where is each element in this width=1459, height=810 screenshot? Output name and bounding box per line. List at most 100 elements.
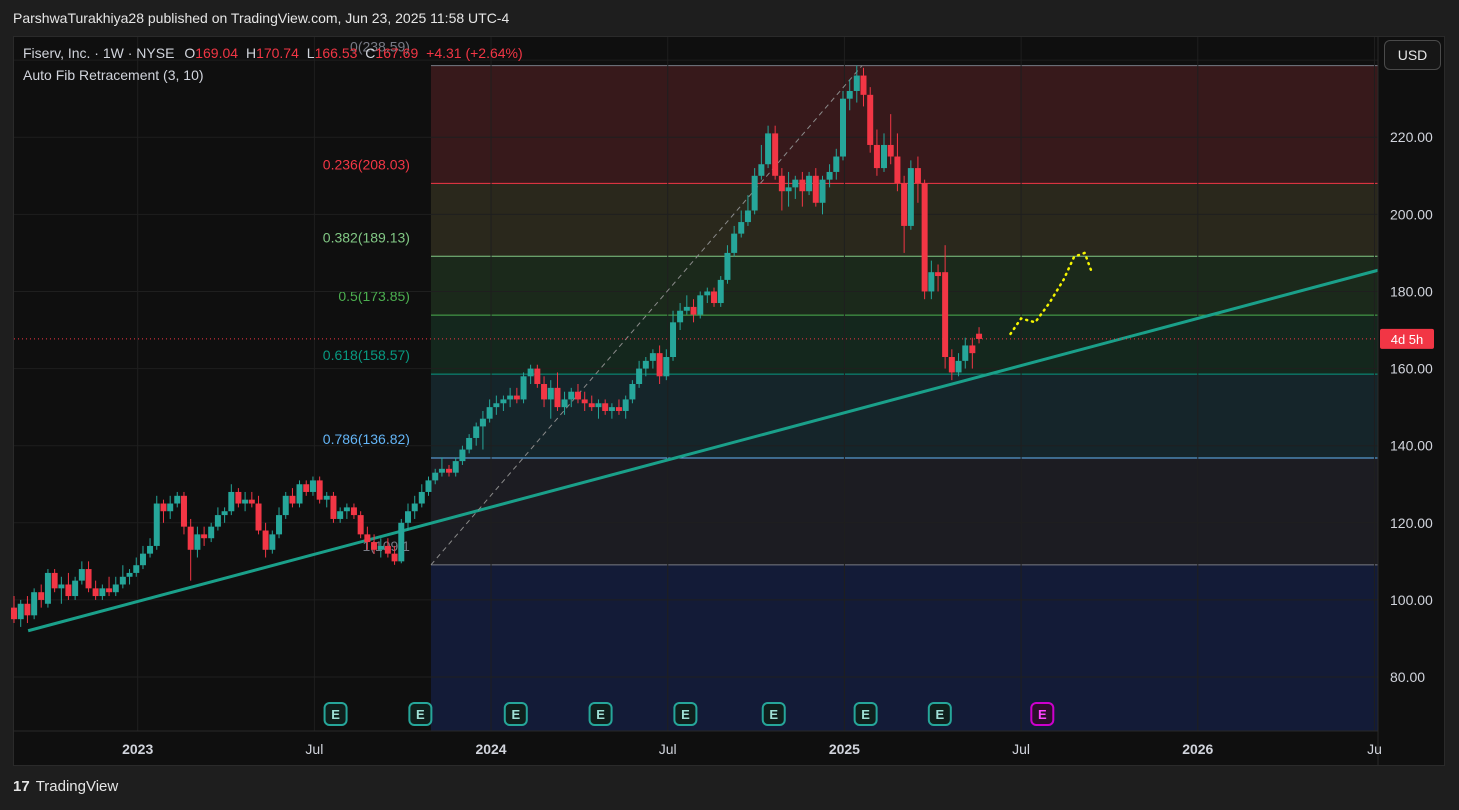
candle-body — [316, 480, 323, 500]
fib-level-label: 0.236(208.03) — [323, 156, 410, 172]
candle-body — [500, 399, 507, 404]
candle-body — [853, 75, 860, 91]
earnings-icon-label: E — [511, 707, 520, 722]
candle-body — [622, 399, 629, 411]
candle-body — [85, 569, 92, 589]
candle-body — [704, 291, 711, 296]
candle-body — [459, 449, 466, 462]
fib-level-label: 0.5(173.85) — [338, 288, 410, 304]
y-tick-label: 120.00 — [1390, 515, 1433, 531]
candle-body — [194, 534, 201, 550]
candle-body — [242, 499, 249, 504]
candle-body — [751, 175, 758, 211]
candle-body — [364, 534, 371, 543]
candle-body — [24, 603, 31, 616]
candle-body — [31, 592, 38, 616]
candle-body — [615, 407, 622, 411]
candle-body — [574, 391, 581, 400]
x-tick-label: 2024 — [475, 741, 506, 757]
candle-body — [282, 495, 289, 516]
candle-body — [160, 503, 167, 512]
candle-body — [690, 306, 697, 315]
candle-body — [513, 395, 520, 400]
candle-body — [51, 572, 58, 589]
candle-body — [955, 360, 962, 373]
x-tick-label: Jul — [659, 741, 677, 757]
chart-canvas[interactable]: 0(238.59)0.236(208.03)0.382(189.13)0.5(1… — [0, 0, 1459, 810]
candle-body — [343, 507, 350, 512]
candle-body — [432, 472, 439, 481]
candle-body — [330, 495, 337, 519]
candle-body — [806, 175, 813, 192]
candle-body — [894, 156, 901, 184]
candle-body — [371, 542, 378, 550]
candle-body — [636, 368, 643, 384]
fib-level-label: 0.786(136.82) — [323, 431, 410, 447]
candle-body — [452, 461, 459, 473]
candle-body — [677, 310, 684, 323]
earnings-icon-label: E — [681, 707, 690, 722]
fib-zone — [430, 256, 1378, 316]
candle-body — [72, 580, 79, 597]
candle-body — [717, 279, 724, 304]
candle-body — [711, 291, 718, 304]
candle-body — [112, 584, 119, 593]
footer: 17 TradingView — [13, 778, 118, 795]
earnings-icon-label: E — [769, 707, 778, 722]
y-tick-label: 140.00 — [1390, 438, 1433, 454]
candle-body — [445, 468, 452, 473]
candle-body — [303, 484, 310, 492]
candle-body — [357, 515, 364, 535]
candle-body — [65, 584, 72, 597]
indicator-legend[interactable]: Auto Fib Retracement (3, 10) — [23, 67, 204, 83]
fib-zone — [430, 315, 1378, 375]
fib-level-label: 0.382(189.13) — [323, 229, 410, 245]
candle-body — [846, 90, 853, 99]
candle-body — [201, 534, 208, 539]
candle-body — [276, 515, 283, 535]
candle-body — [106, 588, 113, 593]
candle-body — [296, 484, 303, 504]
candle-body — [867, 94, 874, 145]
currency-button[interactable]: USD — [1384, 40, 1441, 70]
candle-body — [840, 98, 847, 157]
symbol-label[interactable]: Fiserv, Inc. · 1W · NYSE — [23, 45, 174, 61]
candle-body — [350, 507, 357, 516]
candle-body — [588, 403, 595, 408]
candle-body — [323, 495, 330, 500]
x-tick-label: Ju — [1367, 741, 1382, 757]
candle-body — [581, 399, 588, 404]
candle-body — [119, 576, 126, 585]
ohlc-legend: Fiserv, Inc. · 1W · NYSE O169.04 H170.74… — [23, 45, 523, 61]
brand-label: TradingView — [35, 778, 119, 795]
candle-body — [187, 526, 194, 550]
candle-body — [595, 403, 602, 408]
candle-body — [405, 511, 412, 523]
candle-body — [561, 399, 568, 408]
candle-body — [38, 592, 45, 600]
candle-body — [554, 387, 561, 408]
y-tick-label: 160.00 — [1390, 361, 1433, 377]
x-tick-label: Jul — [305, 741, 323, 757]
candle-body — [92, 588, 99, 597]
candle-body — [139, 553, 146, 566]
fib-level-label: 0.618(158.57) — [323, 347, 410, 363]
candle-body — [391, 553, 398, 562]
candle-body — [180, 495, 187, 527]
open-label: O — [184, 45, 196, 61]
y-tick-label: 100.00 — [1390, 592, 1433, 608]
candle-body — [928, 272, 935, 292]
candle-body — [520, 376, 527, 400]
candle-body — [262, 530, 269, 550]
candle-body — [438, 468, 445, 473]
candle-body — [649, 353, 656, 361]
candle-body — [942, 272, 949, 358]
candle-body — [466, 437, 473, 450]
open-value: 169.04 — [195, 45, 239, 61]
candle-body — [629, 384, 636, 400]
candle-body — [337, 511, 344, 519]
x-tick-label: 2023 — [122, 741, 153, 757]
candle-body — [418, 491, 425, 504]
candle-body — [99, 588, 106, 597]
candle-body — [826, 171, 833, 180]
